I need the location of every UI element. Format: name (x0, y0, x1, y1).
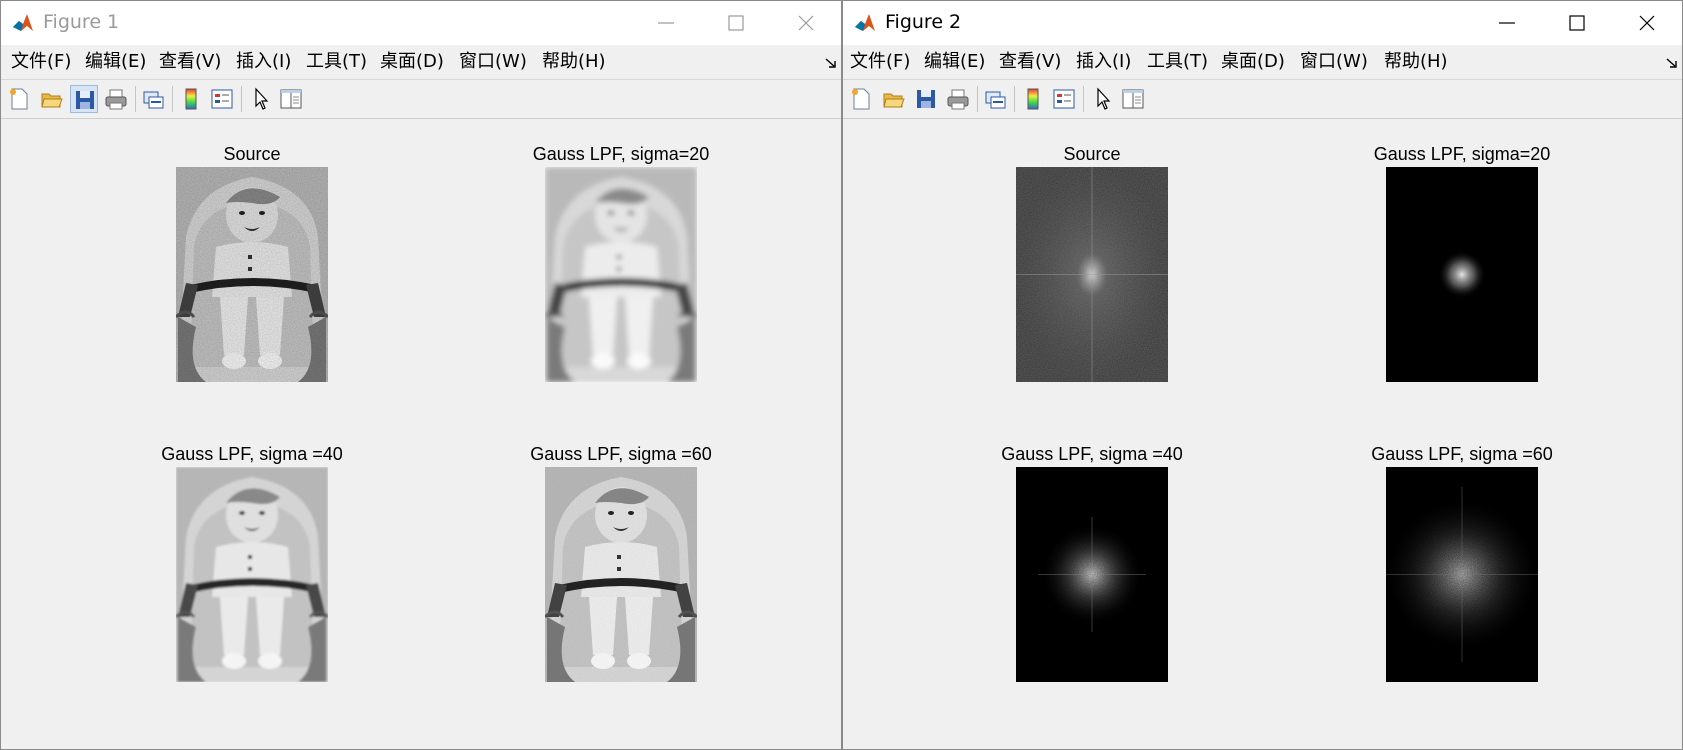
axes-title: Gauss LPF, sigma =60 (530, 444, 712, 464)
image-baby-photo-filtered (176, 467, 328, 682)
image-baby-photo-blurred (545, 167, 697, 382)
menu-insert[interactable]: 插入(I) (236, 51, 291, 73)
title-bar[interactable]: Figure 2 (843, 1, 1682, 45)
new-figure-icon[interactable] (847, 85, 875, 113)
toolbar-separator (1014, 86, 1015, 112)
menu-help[interactable]: 帮助(H) (542, 51, 606, 73)
colorbar-icon[interactable] (1019, 85, 1047, 113)
menu-tools[interactable]: 工具(T) (306, 51, 367, 73)
minimize-button[interactable] (1472, 1, 1542, 45)
menu-desktop[interactable]: 桌面(D) (380, 51, 444, 73)
toolbar-separator (135, 86, 136, 112)
print-icon[interactable] (102, 85, 130, 113)
axes-sigma-60-spectrum[interactable]: Gauss LPF, sigma =60 (1371, 444, 1553, 682)
figure-1-window: Figure 1 文件(F) 编辑(E) 查看(V) 插入(I) 工具(T) 桌… (0, 0, 842, 750)
toolbar-separator (977, 86, 978, 112)
property-inspector-icon[interactable] (277, 85, 305, 113)
maximize-button[interactable] (1542, 1, 1612, 45)
axes-sigma-20[interactable]: Gauss LPF, sigma=20 (533, 144, 709, 382)
axes-title: Gauss LPF, sigma =60 (1371, 444, 1553, 464)
axes-title: Source (223, 144, 281, 164)
image-fft-spectrum-full (1016, 167, 1168, 382)
image-fft-spectrum-sigma40 (1016, 467, 1168, 682)
figure-2-window: Figure 2 文件(F) 编辑(E) 查看(V) 插入(I) 工具(T) 桌… (842, 0, 1683, 750)
menu-file[interactable]: 文件(F) (850, 51, 910, 73)
save-icon[interactable] (912, 85, 940, 113)
matlab-logo-icon (853, 11, 877, 35)
window-title: Figure 2 (885, 11, 962, 33)
property-inspector-icon[interactable] (1119, 85, 1147, 113)
menu-insert[interactable]: 插入(I) (1076, 51, 1131, 73)
colorbar-icon[interactable] (177, 85, 205, 113)
image-baby-photo-filtered-sharp (545, 467, 697, 682)
axes-title: Source (1063, 144, 1121, 164)
dock-arrow-icon[interactable] (825, 57, 837, 69)
open-file-icon[interactable] (38, 85, 66, 113)
toolbar-separator (1083, 86, 1084, 112)
save-icon[interactable] (70, 85, 98, 113)
menu-window[interactable]: 窗口(W) (1300, 51, 1368, 73)
figure-toolbar (1, 80, 841, 119)
axes-title: Gauss LPF, sigma=20 (1373, 144, 1551, 164)
axes-sigma-60[interactable]: Gauss LPF, sigma =60 (530, 444, 712, 682)
axes-sigma-40-spectrum[interactable]: Gauss LPF, sigma =40 (1001, 444, 1183, 682)
axes-sigma-20-spectrum[interactable]: Gauss LPF, sigma=20 (1374, 144, 1550, 382)
menu-edit[interactable]: 编辑(E) (924, 51, 985, 73)
minimize-button[interactable] (631, 1, 701, 45)
axes-source-spectrum[interactable]: Source (1016, 144, 1168, 382)
window-title: Figure 1 (43, 11, 120, 33)
edit-plot-icon[interactable] (1089, 85, 1117, 113)
legend-icon[interactable] (208, 85, 236, 113)
menu-view[interactable]: 查看(V) (159, 51, 221, 73)
axes-title: Gauss LPF, sigma =40 (1001, 444, 1183, 464)
image-fft-spectrum-sigma20 (1386, 167, 1538, 382)
dock-arrow-icon[interactable] (1666, 57, 1678, 69)
figure-toolbar (843, 80, 1682, 119)
matlab-logo-icon (11, 11, 35, 35)
new-figure-icon[interactable] (5, 85, 33, 113)
link-plot-icon[interactable] (981, 85, 1009, 113)
legend-icon[interactable] (1050, 85, 1078, 113)
axes-sigma-40[interactable]: Gauss LPF, sigma =40 (161, 444, 343, 682)
menu-bar: 文件(F) 编辑(E) 查看(V) 插入(I) 工具(T) 桌面(D) 窗口(W… (843, 45, 1682, 80)
menu-bar: 文件(F) 编辑(E) 查看(V) 插入(I) 工具(T) 桌面(D) 窗口(W… (1, 45, 841, 80)
menu-file[interactable]: 文件(F) (11, 51, 71, 73)
menu-help[interactable]: 帮助(H) (1384, 51, 1448, 73)
menu-window[interactable]: 窗口(W) (459, 51, 527, 73)
image-fft-spectrum-sigma60 (1386, 467, 1538, 682)
title-bar[interactable]: Figure 1 (1, 1, 841, 45)
axes-source[interactable]: Source (176, 144, 328, 382)
print-icon[interactable] (944, 85, 972, 113)
axes-title: Gauss LPF, sigma =40 (161, 444, 343, 464)
close-button[interactable] (771, 1, 841, 45)
menu-edit[interactable]: 编辑(E) (85, 51, 146, 73)
toolbar-separator (172, 86, 173, 112)
maximize-button[interactable] (701, 1, 771, 45)
open-file-icon[interactable] (880, 85, 908, 113)
menu-desktop[interactable]: 桌面(D) (1221, 51, 1285, 73)
close-button[interactable] (1612, 1, 1682, 45)
link-plot-icon[interactable] (139, 85, 167, 113)
edit-plot-icon[interactable] (247, 85, 275, 113)
axes-title: Gauss LPF, sigma=20 (532, 144, 710, 164)
toolbar-separator (241, 86, 242, 112)
menu-view[interactable]: 查看(V) (999, 51, 1061, 73)
image-baby-photo-noisy (176, 167, 328, 382)
menu-tools[interactable]: 工具(T) (1147, 51, 1208, 73)
